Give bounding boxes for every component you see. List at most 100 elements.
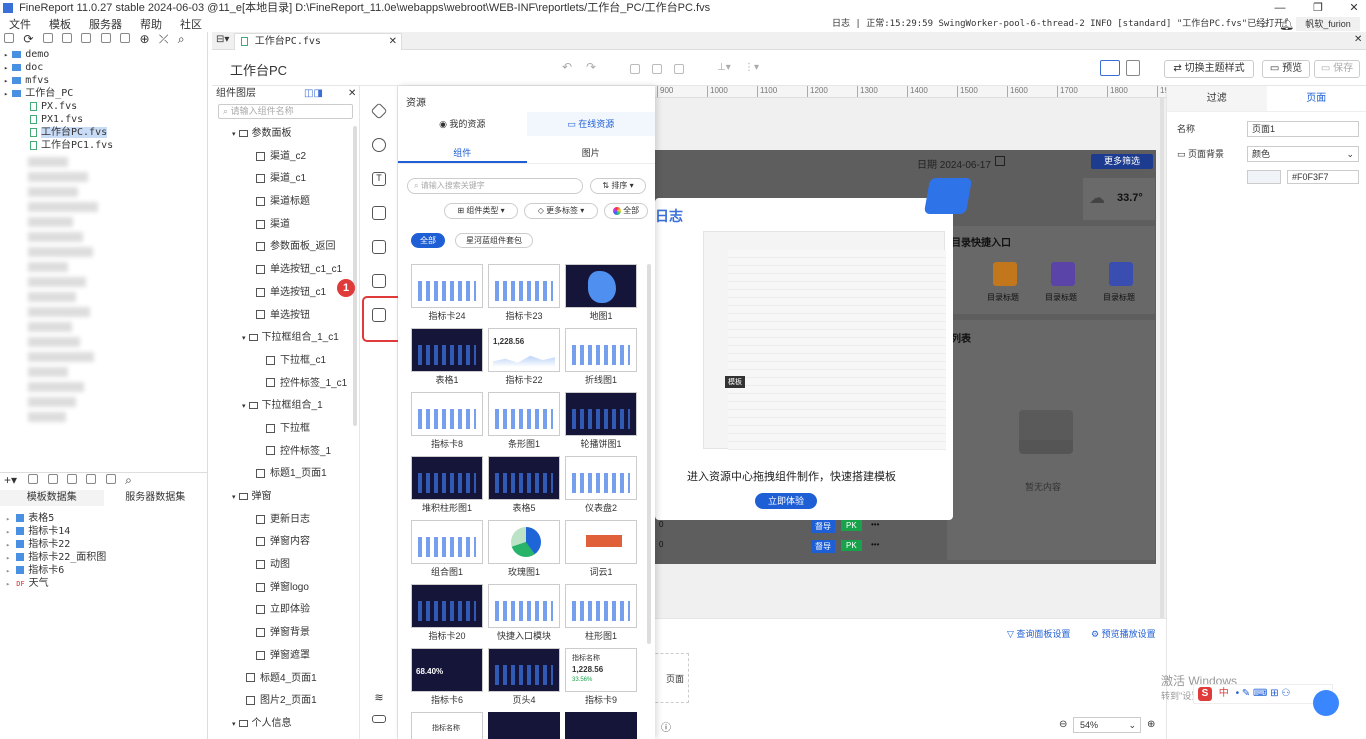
expand-icon[interactable]: ▸ bbox=[6, 515, 10, 523]
menu-item-1[interactable]: 模板 bbox=[49, 19, 71, 31]
bell-icon[interactable]: 🔔︎ bbox=[1279, 16, 1294, 32]
search-icon[interactable]: ⌕ bbox=[178, 32, 185, 46]
layer-item[interactable]: 动图 bbox=[212, 554, 359, 577]
menu-item-0[interactable]: 文件 bbox=[9, 19, 31, 31]
entry-1[interactable] bbox=[993, 262, 1017, 286]
chip-all[interactable]: 全部 bbox=[411, 233, 445, 248]
layer-item[interactable]: 单选按钮_c1_c1 bbox=[212, 259, 359, 282]
expand-icon[interactable]: ▸ bbox=[6, 567, 10, 575]
more-filter-button[interactable]: 更多筛选 bbox=[1091, 154, 1153, 169]
layer-item[interactable]: 标题1_页面1 bbox=[212, 463, 359, 486]
tab-list-icon[interactable]: ⊟▾ bbox=[216, 34, 229, 45]
layer-item[interactable]: ▾ 个人信息 bbox=[212, 713, 359, 736]
calendar-icon[interactable] bbox=[995, 156, 1005, 166]
more-icon[interactable]: ••• bbox=[871, 540, 879, 549]
assistant-fab[interactable] bbox=[1313, 690, 1339, 716]
close-tab-icon[interactable]: ✕ bbox=[389, 34, 397, 50]
mobile-view-icon[interactable] bbox=[1126, 60, 1140, 76]
expand-icon[interactable]: ▸ bbox=[6, 541, 10, 549]
resource-scrollbar[interactable] bbox=[647, 264, 651, 644]
try-now-button[interactable]: 立即体验 bbox=[755, 493, 817, 509]
tree-folder[interactable]: ▸ demo bbox=[0, 48, 207, 61]
name-field[interactable]: 页面1 bbox=[1247, 121, 1359, 137]
component-card[interactable]: 指标名称 bbox=[411, 712, 483, 739]
component-icon[interactable] bbox=[361, 96, 397, 126]
expand-icon[interactable]: ▸ bbox=[6, 528, 10, 536]
history-icon[interactable] bbox=[361, 130, 397, 160]
component-card[interactable]: 指标卡8 bbox=[411, 392, 483, 452]
refresh-icon[interactable]: ⟳ bbox=[23, 32, 33, 46]
copy-icon[interactable] bbox=[100, 33, 111, 43]
layer-item[interactable]: 渠道 bbox=[212, 214, 359, 237]
layer-item[interactable]: 参数面板_返回 bbox=[212, 236, 359, 259]
component-card[interactable]: 指标卡24 bbox=[411, 264, 483, 324]
collapse-icon[interactable]: ▾ bbox=[232, 494, 236, 501]
layer-item[interactable]: 弹窗logo bbox=[212, 577, 359, 600]
restore-button[interactable]: ❐ bbox=[1308, 0, 1328, 16]
tab-template-dataset[interactable]: 模板数据集 bbox=[0, 490, 104, 506]
copy-icon[interactable] bbox=[630, 64, 640, 74]
collapse-icon[interactable]: ▾ bbox=[242, 335, 246, 342]
pk-button[interactable]: PK bbox=[841, 520, 862, 531]
minimize-button[interactable]: — bbox=[1270, 0, 1290, 16]
align-icon[interactable]: ⊥▾ bbox=[717, 62, 731, 73]
distribute-icon[interactable]: ⋮▾ bbox=[744, 62, 759, 73]
add-dataset-icon[interactable]: +▾ bbox=[4, 473, 17, 487]
layout-icon[interactable]: ◫◨ bbox=[304, 86, 323, 102]
search-icon[interactable]: ⌕ bbox=[125, 473, 132, 487]
bg-color-field[interactable]: #F0F3F7 bbox=[1287, 170, 1359, 184]
supervise-button[interactable]: 督导 bbox=[811, 520, 835, 533]
query-panel-settings-link[interactable]: ▽ 查询面板设置 bbox=[1007, 627, 1070, 640]
tree-file[interactable]: PX.fvs bbox=[0, 100, 207, 113]
collapse-icon[interactable]: ▾ bbox=[232, 131, 236, 138]
zoom-select[interactable]: 54% ⌄ bbox=[1073, 717, 1141, 733]
component-card[interactable]: 指标卡20 bbox=[411, 584, 483, 644]
user-button[interactable]: 帆软_furion bbox=[1296, 17, 1360, 31]
component-card[interactable]: 快捷入口模块 bbox=[488, 584, 560, 644]
open-folder-icon[interactable] bbox=[42, 33, 53, 43]
layer-item[interactable]: ▾ 弹窗 bbox=[212, 486, 359, 509]
collapse-icon[interactable]: ▾ bbox=[242, 403, 246, 410]
bg-color-swatch[interactable] bbox=[1247, 170, 1281, 184]
undo-icon[interactable]: ↶ bbox=[562, 60, 572, 74]
component-card[interactable]: 68.40% 指标卡6 bbox=[411, 648, 483, 708]
layer-item[interactable]: 单选按钮 bbox=[212, 305, 359, 328]
canvas-scrollbar[interactable] bbox=[1160, 98, 1164, 618]
layer-item[interactable]: 控件标签_1 bbox=[212, 441, 359, 464]
layer-item[interactable]: 标题4_页面1 bbox=[212, 668, 359, 691]
tree-folder[interactable]: ▸ 工作台_PC bbox=[0, 87, 207, 100]
preview-button[interactable]: ▭ 预览 bbox=[1262, 60, 1310, 78]
save-all-icon[interactable] bbox=[62, 33, 73, 43]
component-card[interactable]: 柱形图1 bbox=[565, 584, 637, 644]
help-icon[interactable]: ⓘ bbox=[661, 719, 671, 734]
zoom-in-icon[interactable]: ⊕ bbox=[1147, 719, 1155, 730]
tab-images[interactable]: 图片 bbox=[527, 142, 656, 163]
layer-search[interactable]: ⌕ 请输入组件名称 bbox=[218, 104, 353, 119]
component-card[interactable]: 仪表盘2 bbox=[565, 456, 637, 516]
dataset-item[interactable]: ▸ 指标卡22_面积图 bbox=[0, 551, 207, 564]
component-card[interactable]: 表格1 bbox=[411, 328, 483, 388]
layer-item[interactable]: 图片2_页面1 bbox=[212, 690, 359, 713]
doc-tab[interactable]: 工作台PC.fvs ✕ bbox=[234, 33, 402, 50]
delete-icon[interactable] bbox=[81, 33, 92, 43]
pk-button[interactable]: PK bbox=[841, 540, 862, 551]
entry-3[interactable] bbox=[1109, 262, 1133, 286]
save-button[interactable]: ▭ 保存 bbox=[1314, 60, 1360, 78]
tree-file[interactable]: PX1.fvs bbox=[0, 113, 207, 126]
layer-item[interactable]: 弹窗遮罩 bbox=[212, 645, 359, 668]
layer-item[interactable]: 渠道_c1 bbox=[212, 168, 359, 191]
collapse-icon[interactable]: ⤫ bbox=[159, 32, 169, 46]
layer-item[interactable]: 下拉框 bbox=[212, 418, 359, 441]
preview-play-settings-link[interactable]: ⚙ 预览播放设置 bbox=[1091, 627, 1156, 640]
layer-item[interactable]: ▾ 下拉框组合_1_c1 bbox=[212, 327, 359, 350]
filter-component-type[interactable]: ⊞ 组件类型 ▾ bbox=[444, 203, 518, 219]
layer-item[interactable]: 渠道标题 bbox=[212, 191, 359, 214]
dataset-item[interactable]: ▸ 表格5 bbox=[0, 512, 207, 525]
more-icon[interactable]: ••• bbox=[871, 520, 879, 529]
pc-view-icon[interactable] bbox=[1100, 60, 1120, 76]
expand-icon[interactable]: ▸ bbox=[4, 64, 8, 72]
text-icon[interactable]: T bbox=[361, 164, 397, 194]
menu-item-3[interactable]: 帮助 bbox=[140, 19, 162, 31]
component-card[interactable]: 表格5 bbox=[488, 456, 560, 516]
tree-file[interactable]: 工作台PC1.fvs bbox=[0, 139, 207, 152]
